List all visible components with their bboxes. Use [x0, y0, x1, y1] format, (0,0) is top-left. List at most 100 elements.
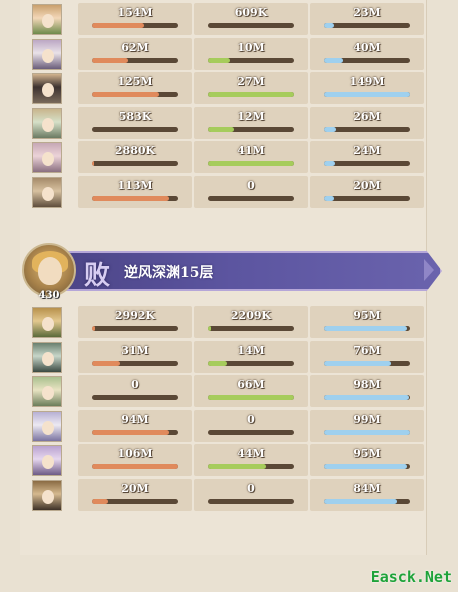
- healing-bar-fill: [324, 498, 398, 504]
- damage-taken-value: 41M: [237, 144, 265, 158]
- damage-bar: [92, 161, 178, 167]
- damage-taken-value: 10M: [237, 40, 265, 54]
- chevron-right-icon: [424, 259, 434, 281]
- hero-face-shape: [42, 117, 54, 132]
- hero-portrait[interactable]: [32, 307, 62, 338]
- damage-value: 2992K: [114, 309, 156, 322]
- healing-cell: 95M: [310, 444, 424, 477]
- healing-value: 95M: [353, 309, 381, 322]
- damage-bar-fill: [92, 92, 160, 98]
- healing-bar-fill: [324, 161, 336, 167]
- hero-stat-row[interactable]: 20M 0 84M: [22, 478, 426, 513]
- healing-value: 20M: [353, 178, 381, 192]
- damage-taken-bar-fill: [208, 360, 227, 366]
- damage-value: 2880K: [114, 144, 156, 158]
- damage-bar: [92, 395, 178, 401]
- bottom-stats-list: 2992K 2209K 95M 31M 14M 76M 0 66M 98M 94M 0 99M 106M…: [22, 305, 426, 513]
- damage-taken-cell: 0: [194, 478, 308, 511]
- damage-taken-bar: [208, 195, 294, 201]
- hero-stat-row[interactable]: 125M 27M 149M: [22, 71, 426, 106]
- healing-value: 99M: [353, 412, 381, 426]
- damage-bar-fill: [92, 326, 95, 331]
- damage-value: 31M: [121, 343, 149, 357]
- hero-portrait[interactable]: [32, 479, 62, 511]
- damage-bar: [92, 464, 178, 470]
- damage-taken-value: 14M: [237, 343, 265, 357]
- damage-taken-cell: 44M: [194, 444, 308, 477]
- hero-stat-row[interactable]: 2880K 41M 24M: [22, 140, 426, 175]
- damage-cell: 106M: [78, 444, 192, 477]
- damage-taken-bar-fill: [208, 92, 294, 98]
- top-stats-list: 154M 609K 23M 62M 10M 40M 125M 27M 149M 583K 12M 26…: [22, 2, 426, 210]
- healing-cell: 84M: [310, 478, 424, 511]
- hero-portrait[interactable]: [32, 410, 62, 442]
- damage-cell: 31M: [78, 340, 192, 373]
- damage-bar-fill: [92, 195, 170, 201]
- hero-portrait[interactable]: [32, 376, 62, 408]
- damage-cell: 113M: [78, 175, 192, 208]
- healing-bar: [324, 326, 410, 331]
- damage-bar-fill: [92, 360, 120, 366]
- healing-bar-fill: [324, 360, 392, 366]
- hero-stat-row[interactable]: 106M 44M 95M: [22, 443, 426, 478]
- hero-portrait[interactable]: [32, 142, 62, 174]
- hero-stat-row[interactable]: 113M 0 20M: [22, 175, 426, 210]
- damage-bar-fill: [92, 23, 144, 28]
- healing-cell: 76M: [310, 340, 424, 373]
- stage-result-banner[interactable]: 430 败 逆风深渊15层: [22, 243, 442, 301]
- hero-portrait[interactable]: [32, 4, 62, 35]
- healing-value: 26M: [353, 109, 381, 123]
- hero-portrait[interactable]: [32, 445, 62, 477]
- hero-stat-row[interactable]: 154M 609K 23M: [22, 2, 426, 37]
- healing-cell: 95M: [310, 306, 424, 338]
- hero-portrait[interactable]: [32, 341, 62, 373]
- healing-bar: [324, 195, 410, 201]
- healing-bar: [324, 464, 410, 470]
- damage-bar-fill: [92, 161, 94, 167]
- damage-cell: 62M: [78, 37, 192, 70]
- healing-bar-fill: [324, 464, 407, 470]
- healing-bar: [324, 429, 410, 435]
- healing-cell: 23M: [310, 3, 424, 35]
- damage-bar-fill: [92, 429, 169, 435]
- damage-taken-cell: 27M: [194, 72, 308, 105]
- damage-bar-fill: [92, 464, 178, 470]
- damage-cell: 20M: [78, 478, 192, 511]
- hero-portrait[interactable]: [32, 38, 62, 70]
- hero-portrait[interactable]: [32, 73, 62, 105]
- hero-stat-row[interactable]: 583K 12M 26M: [22, 106, 426, 141]
- healing-bar: [324, 57, 410, 63]
- stage-name: 逆风深渊15层: [124, 265, 214, 281]
- healing-cell: 40M: [310, 37, 424, 70]
- damage-bar: [92, 360, 178, 366]
- boss-avatar[interactable]: [22, 243, 76, 297]
- hero-stat-row[interactable]: 0 66M 98M: [22, 374, 426, 409]
- damage-value: 154M: [117, 6, 153, 19]
- damage-value: 125M: [117, 75, 153, 89]
- healing-bar-fill: [324, 57, 343, 63]
- damage-bar: [92, 429, 178, 435]
- hero-face-shape: [42, 455, 54, 470]
- damage-taken-value: 0: [247, 481, 255, 495]
- hero-stat-row[interactable]: 2992K 2209K 95M: [22, 305, 426, 340]
- hero-stat-row[interactable]: 94M 0 99M: [22, 409, 426, 444]
- damage-taken-cell: 0: [194, 175, 308, 208]
- damage-value: 94M: [121, 412, 149, 426]
- healing-cell: 20M: [310, 175, 424, 208]
- damage-bar: [92, 195, 178, 201]
- healing-bar: [324, 360, 410, 366]
- hero-portrait[interactable]: [32, 107, 62, 139]
- damage-cell: 125M: [78, 72, 192, 105]
- hero-stat-row[interactable]: 31M 14M 76M: [22, 340, 426, 375]
- damage-taken-value: 66M: [237, 378, 265, 392]
- healing-value: 23M: [353, 6, 381, 19]
- healing-bar: [324, 126, 410, 132]
- hero-stat-row[interactable]: 62M 10M 40M: [22, 37, 426, 72]
- hero-portrait[interactable]: [32, 176, 62, 208]
- damage-taken-bar-fill: [208, 126, 234, 132]
- damage-taken-value: 44M: [237, 447, 265, 461]
- healing-bar-fill: [324, 429, 410, 435]
- damage-taken-bar-fill: [208, 395, 294, 401]
- damage-taken-bar-fill: [208, 57, 230, 63]
- damage-bar: [92, 57, 178, 63]
